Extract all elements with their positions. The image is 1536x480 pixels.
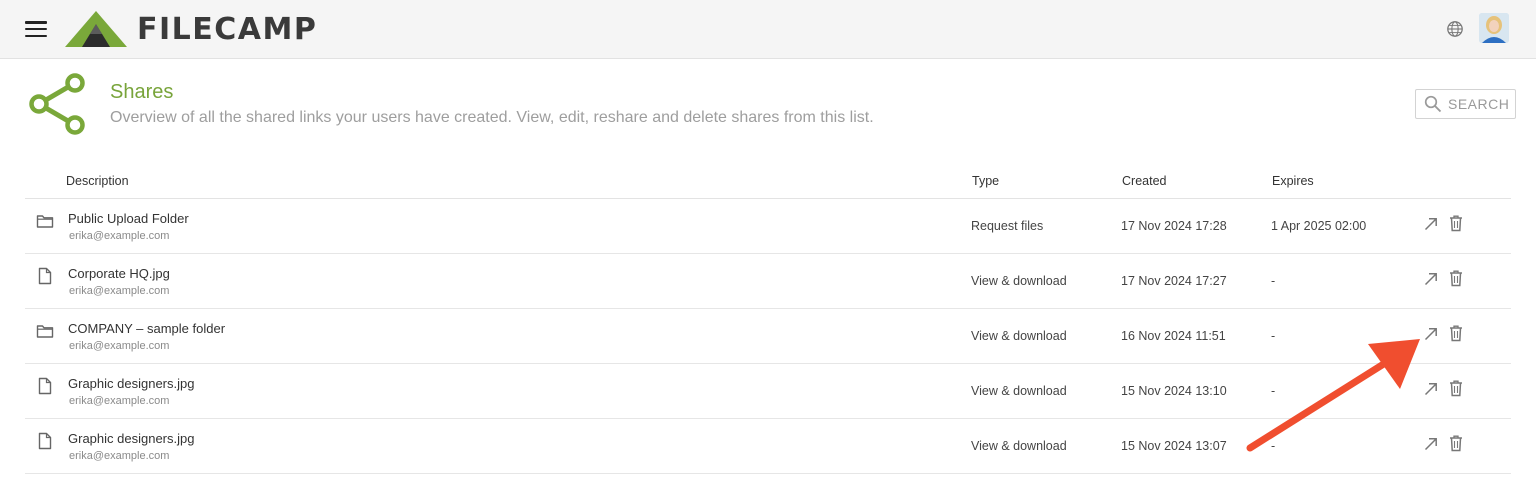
share-name[interactable]: Graphic designers.jpg: [68, 431, 194, 446]
share-type: View & download: [971, 439, 1067, 453]
share-icon: [29, 73, 85, 135]
share-type: View & download: [971, 274, 1067, 288]
share-owner: erika@example.com: [69, 230, 170, 242]
share-type: View & download: [971, 329, 1067, 343]
share-created: 16 Nov 2024 11:51: [1121, 329, 1226, 343]
share-name[interactable]: Corporate HQ.jpg: [68, 266, 170, 281]
column-description[interactable]: Description: [66, 174, 129, 188]
open-share-icon[interactable]: [1423, 271, 1439, 287]
share-created: 15 Nov 2024 13:07: [1121, 439, 1227, 453]
share-name[interactable]: Graphic designers.jpg: [68, 376, 194, 391]
logo-mountain-icon: [65, 11, 127, 47]
open-share-icon[interactable]: [1423, 381, 1439, 397]
share-owner: erika@example.com: [69, 340, 170, 352]
share-owner: erika@example.com: [69, 450, 170, 462]
shares-table: Description Type Created Expires Public …: [25, 162, 1511, 474]
share-expires: -: [1271, 274, 1276, 288]
page-subtitle: Overview of all the shared links your us…: [110, 109, 874, 126]
column-created[interactable]: Created: [1122, 174, 1166, 188]
share-created: 15 Nov 2024 13:10: [1121, 384, 1227, 398]
page-title: Shares: [110, 81, 174, 103]
share-type: Request files: [971, 219, 1044, 233]
table-row[interactable]: Corporate HQ.jpg erika@example.com View & …: [25, 254, 1511, 309]
share-created: 17 Nov 2024 17:27: [1121, 274, 1227, 288]
delete-icon[interactable]: [1449, 380, 1463, 397]
share-owner: erika@example.com: [69, 285, 170, 297]
delete-icon[interactable]: [1449, 325, 1463, 342]
file-icon: [36, 432, 54, 450]
search-icon: [1424, 95, 1442, 113]
table-row[interactable]: Graphic designers.jpg erika@example.com Vi…: [25, 419, 1511, 474]
globe-icon[interactable]: [1446, 20, 1464, 38]
share-expires: -: [1271, 384, 1276, 398]
share-name[interactable]: Public Upload Folder: [68, 211, 189, 226]
share-expires: -: [1271, 439, 1276, 453]
delete-icon[interactable]: [1449, 435, 1463, 452]
open-share-icon[interactable]: [1423, 436, 1439, 452]
table-row[interactable]: Public Upload Folder erika@example.com Req…: [25, 199, 1511, 254]
filecamp-logo[interactable]: FILECAMP: [64, 8, 317, 50]
share-expires: 1 Apr 2025 02:00: [1271, 219, 1367, 233]
open-share-icon[interactable]: [1423, 216, 1439, 232]
search-label: SEARCH: [1448, 96, 1510, 112]
table-header: Description Type Created Expires: [25, 162, 1511, 199]
avatar[interactable]: [1479, 13, 1509, 43]
hamburger-icon[interactable]: [25, 21, 47, 38]
share-expires: -: [1271, 329, 1276, 343]
table-row[interactable]: COMPANY – sample folder erika@example.com…: [25, 309, 1511, 364]
file-icon: [36, 377, 54, 395]
delete-icon[interactable]: [1449, 215, 1463, 232]
folder-icon: [36, 322, 54, 340]
table-row[interactable]: Graphic designers.jpg erika@example.com Vi…: [25, 364, 1511, 419]
delete-icon[interactable]: [1449, 270, 1463, 287]
search-button[interactable]: SEARCH: [1415, 89, 1516, 119]
share-name[interactable]: COMPANY – sample folder: [68, 321, 225, 336]
open-share-icon[interactable]: [1423, 326, 1439, 342]
top-bar: FILECAMP: [0, 0, 1536, 59]
folder-icon: [36, 212, 54, 230]
file-icon: [36, 267, 54, 285]
share-created: 17 Nov 2024 17:28: [1121, 219, 1227, 233]
column-expires[interactable]: Expires: [1272, 174, 1314, 188]
share-owner: erika@example.com: [69, 395, 170, 407]
share-type: View & download: [971, 384, 1067, 398]
logo-text: FILECAMP: [137, 11, 318, 47]
column-type[interactable]: Type: [972, 174, 999, 188]
